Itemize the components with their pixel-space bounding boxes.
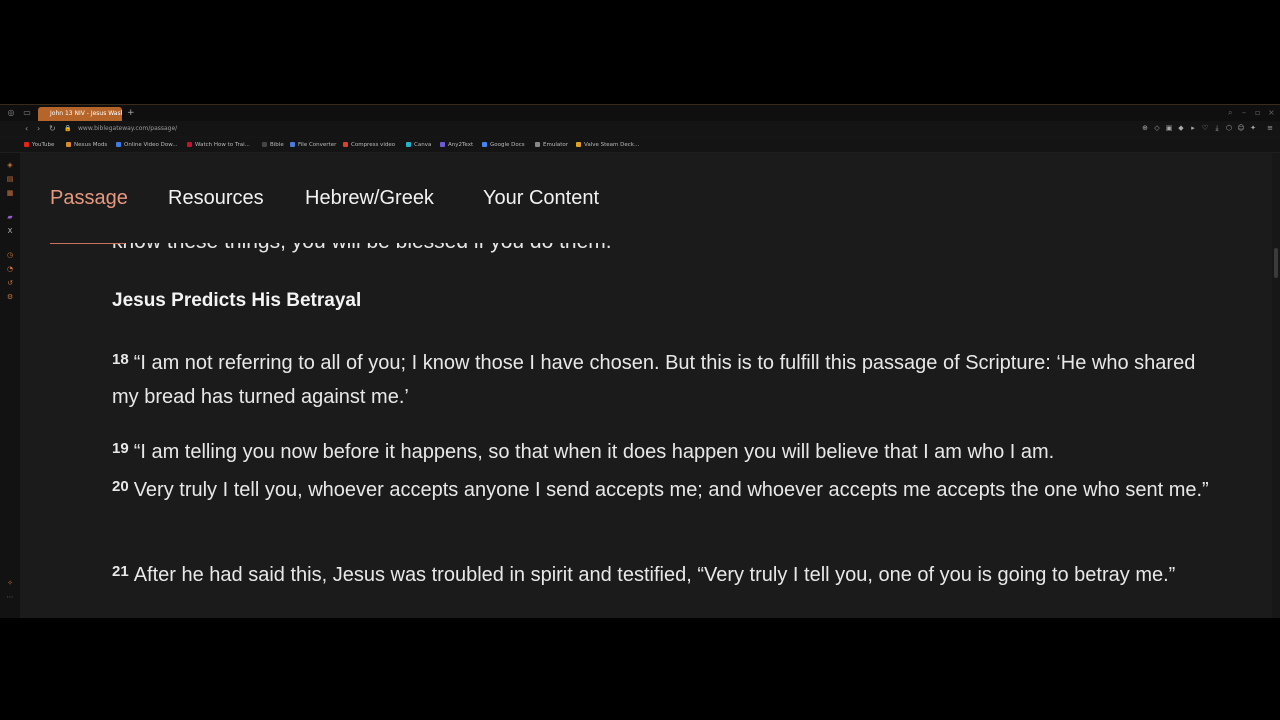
vpn-icon[interactable]: ◆	[1177, 124, 1185, 133]
lock-icon[interactable]: 🔒	[64, 124, 71, 134]
sidebar: ◈ ▤ ▦ ▰ X ◷ ◔ ↺ ⚙ ✧ ⋯	[0, 153, 20, 618]
paragraph: 19 “I am telling you now before it happen…	[112, 432, 1217, 507]
ai-icon[interactable]: ✦	[1249, 124, 1257, 133]
scrollbar[interactable]	[1272, 153, 1280, 618]
maximize-icon[interactable]: ▫	[1255, 108, 1260, 118]
bookmark-label: Nexus Mods	[74, 142, 108, 148]
twitch-icon[interactable]: ▰	[6, 213, 14, 221]
verse-text: “I am not referring to all of you; I kno…	[112, 352, 1196, 408]
wallet-icon[interactable]: ▤	[6, 175, 14, 183]
screenshot-icon[interactable]: ▣	[1165, 124, 1173, 133]
tab-list-icon[interactable]: ▭	[22, 108, 32, 118]
history-icon[interactable]: ◷	[6, 251, 14, 259]
profile-icon[interactable]: ☺	[1237, 124, 1245, 133]
bookmark-label: Emulator	[543, 142, 568, 148]
bookmark-item[interactable]: Valve Steam Deck...	[576, 141, 639, 149]
paragraph: 21 After he had said this, Jesus was trou…	[112, 555, 1217, 593]
bookmark-favicon-icon	[116, 142, 121, 147]
browser-window: ◎ ▭ John 13 NIV - Jesus Wash + ⌕ – ▫ × ‹…	[0, 104, 1280, 618]
menu-icon[interactable]: ≡	[1266, 124, 1274, 133]
tab-passage[interactable]: Passage	[50, 185, 128, 211]
tab-resources[interactable]: Resources	[168, 185, 264, 211]
url-field[interactable]: www.biblegateway.com/passage/	[78, 125, 177, 133]
bookmark-item[interactable]: Google Docs	[482, 141, 525, 149]
bookmark-label: Compress video	[351, 142, 396, 148]
section-heading: Jesus Predicts His Betrayal	[112, 290, 362, 311]
shield-icon[interactable]: ◇	[1153, 124, 1161, 133]
bookmark-label: Watch How to Trai...	[195, 142, 250, 148]
verse-number: 19	[112, 440, 129, 457]
back-icon[interactable]: ‹	[25, 124, 28, 134]
bookmark-item[interactable]: Online Video Dow...	[116, 141, 178, 149]
page-content: know these things, you will be blessed i…	[20, 153, 1272, 618]
verse-number: 21	[112, 563, 129, 580]
bookmark-item[interactable]: File Converter	[290, 141, 336, 149]
bookmark-label: Online Video Dow...	[124, 142, 178, 148]
bookmark-label: Canva	[414, 142, 432, 148]
search-tabs-icon[interactable]: ⌕	[1228, 108, 1232, 118]
heart-icon[interactable]: ♡	[1201, 124, 1209, 133]
new-tab-button[interactable]: +	[127, 107, 135, 119]
bookmark-item[interactable]: Nexus Mods	[66, 141, 107, 149]
tab-strip: ◎ ▭ John 13 NIV - Jesus Wash + ⌕ – ▫ ×	[0, 105, 1280, 121]
scrollbar-thumb[interactable]	[1274, 248, 1278, 278]
download-icon[interactable]: ⤓	[1213, 124, 1221, 133]
leaf-icon[interactable]: ✧	[6, 579, 14, 587]
reload-icon[interactable]: ↻	[49, 124, 56, 134]
bookmark-favicon-icon	[187, 142, 192, 147]
bookmark-favicon-icon	[440, 142, 445, 147]
bookmark-label: Google Docs	[490, 142, 525, 148]
bookmark-favicon-icon	[290, 142, 295, 147]
bookmark-label: Bible	[270, 142, 284, 148]
address-bar: ‹ › ↻ 🔒 www.biblegateway.com/passage/ ⊕ …	[0, 121, 1280, 137]
verse-text: “I am telling you now before it happens,…	[133, 441, 1055, 463]
minimize-icon[interactable]: –	[1242, 108, 1246, 118]
tab-hebrew-greek[interactable]: Hebrew/Greek	[305, 185, 434, 211]
verse-text: Very truly I tell you, whoever accepts a…	[133, 478, 1209, 501]
bookmark-label: Any2Text	[448, 142, 474, 148]
verse-number: 18	[112, 351, 129, 368]
bookmark-item[interactable]: Emulator	[535, 141, 568, 149]
bookmark-favicon-icon	[343, 142, 348, 147]
verse-text: After he had said this, Jesus was troubl…	[133, 564, 1176, 586]
pinboard-icon[interactable]: ◈	[6, 161, 14, 169]
bookmark-favicon-icon	[576, 142, 581, 147]
bookmark-favicon-icon	[24, 142, 29, 147]
extensions-icon[interactable]: ⬡	[1225, 124, 1233, 133]
bookmark-favicon-icon	[66, 142, 71, 147]
bookmark-favicon-icon	[406, 142, 411, 147]
bookmark-item[interactable]: Canva	[406, 141, 431, 149]
bookmark-label: YouTube	[32, 142, 55, 148]
play-icon[interactable]: ▸	[1189, 124, 1197, 133]
settings-icon[interactable]: ⚙	[6, 293, 14, 301]
forward-icon[interactable]: ›	[37, 124, 40, 134]
bookmark-item[interactable]: Watch How to Trai...	[187, 141, 250, 149]
top-nav: Passage Resources Hebrew/Greek Your Cont…	[20, 153, 1272, 243]
bookmark-item[interactable]: YouTube	[24, 141, 54, 149]
bookmark-favicon-icon	[535, 142, 540, 147]
notes-icon[interactable]: ▦	[6, 189, 14, 197]
zoom-icon[interactable]: ⊕	[1141, 124, 1149, 133]
tab-active[interactable]: John 13 NIV - Jesus Wash	[38, 107, 122, 121]
tab-your-content[interactable]: Your Content	[483, 185, 599, 211]
clock-icon[interactable]: ◔	[6, 265, 14, 273]
paragraph: 18 “I am not referring to all of you; I k…	[112, 343, 1217, 414]
verse-number: 20	[112, 477, 129, 495]
bookmark-label: File Converter	[298, 142, 337, 148]
bookmark-item[interactable]: Any2Text	[440, 141, 473, 149]
close-icon[interactable]: ×	[1268, 108, 1275, 118]
more-icon[interactable]: ⋯	[6, 593, 14, 601]
x-icon[interactable]: X	[6, 227, 14, 235]
browser-menu-icon[interactable]: ◎	[6, 108, 16, 118]
bookmark-favicon-icon	[482, 142, 487, 147]
bookmark-favicon-icon	[262, 142, 267, 147]
refresh-icon[interactable]: ↺	[6, 279, 14, 287]
bookmark-item[interactable]: Compress video	[343, 141, 395, 149]
bookmarks-bar: YouTube Nexus Mods Online Video Dow... Watc…	[0, 138, 1280, 153]
bookmark-item[interactable]: Bible	[262, 141, 284, 149]
bookmark-label: Valve Steam Deck...	[584, 142, 640, 148]
